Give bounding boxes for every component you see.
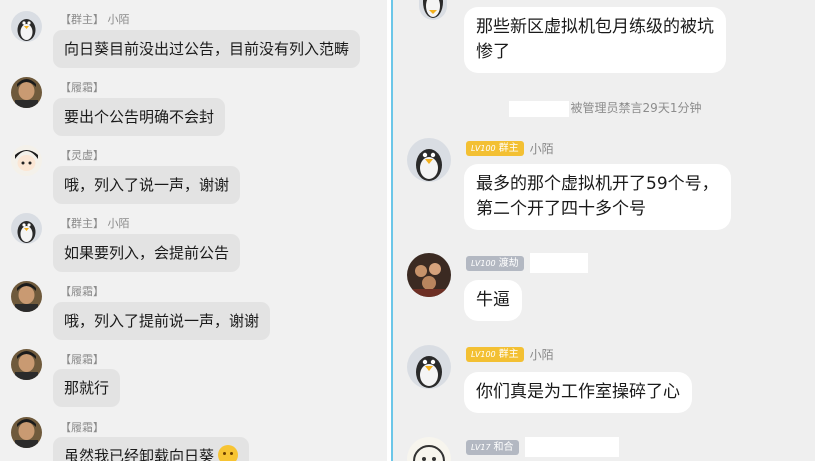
right-chat-panel: 那些新区虚拟机包月练级的被坑 惨了 被管理员禁言29天1分钟 LV100 群主 小陌…	[391, 0, 815, 461]
person-avatar-icon[interactable]	[11, 349, 42, 380]
message-bubble: 那些新区虚拟机包月练级的被坑 惨了	[464, 7, 726, 73]
badge-title: 渡劫	[498, 257, 519, 269]
sender-meta: 【群主】 小陌	[60, 215, 130, 231]
badge-title: 和合	[493, 441, 514, 453]
person-avatar-icon[interactable]	[11, 281, 42, 312]
redacted-username	[524, 437, 619, 457]
sender-name: 小陌	[529, 348, 554, 362]
level-text: LV100	[471, 350, 496, 359]
system-notice: 被管理员禁言29天1分钟	[393, 97, 815, 119]
person-avatar-icon[interactable]	[11, 77, 42, 108]
sender-meta: 【履霜】	[60, 351, 104, 367]
badge-title: 群主	[498, 349, 519, 360]
message-bubble: 如果要列入，会提前公告	[53, 234, 241, 272]
sender-role: 【群主】	[60, 13, 104, 26]
left-chat-panel: 【群主】 小陌 向日葵目前没出过公告，目前没有列入范畴 【履霜】 要出个公告明确…	[0, 0, 387, 461]
message-text: 虽然我已经卸载向日葵	[64, 447, 215, 461]
level-badge: LV100 群主	[466, 347, 524, 362]
sender-meta: LV100 群主 小陌	[466, 140, 554, 157]
cartoon-avatar-icon[interactable]	[407, 437, 451, 461]
redacted-username	[529, 253, 588, 273]
level-text: LV100	[471, 258, 496, 268]
mute-notice-text: 被管理员禁言29天1分钟	[570, 101, 702, 115]
message-bubble: 最多的那个虚拟机开了59个号， 第二个开了四十多个号	[464, 164, 731, 230]
sender-meta: LV17 和合	[466, 437, 619, 457]
group-photo-avatar-icon[interactable]	[407, 253, 451, 297]
penguin-avatar-icon[interactable]	[11, 11, 42, 42]
penguin-avatar-icon[interactable]	[407, 138, 451, 182]
sender-meta: 【履霜】	[60, 283, 104, 299]
penguin-avatar-icon[interactable]	[419, 0, 447, 20]
anime-avatar-icon[interactable]	[11, 145, 42, 176]
level-badge: LV100 渡劫	[466, 255, 524, 271]
level-badge: LV100 群主	[466, 141, 524, 156]
message-bubble: 那就行	[53, 369, 121, 407]
message-bubble: 虽然我已经卸载向日葵	[53, 437, 250, 461]
sender-meta: LV100 群主 小陌	[466, 346, 554, 363]
sender-role: 【履霜】	[60, 285, 104, 298]
sender-role: 【履霜】	[60, 81, 104, 94]
sender-meta: 【群主】 小陌	[60, 11, 130, 27]
message-bubble: 向日葵目前没出过公告，目前没有列入范畴	[53, 30, 361, 68]
redacted-username	[508, 100, 569, 117]
sender-meta: 【履霜】	[60, 419, 104, 435]
sender-role: 【履霜】	[60, 421, 104, 434]
level-text: LV100	[471, 144, 496, 153]
message-bubble: 哦，列入了提前说一声，谢谢	[53, 302, 271, 340]
penguin-avatar-icon[interactable]	[407, 345, 451, 389]
sender-name: 小陌	[529, 142, 554, 156]
sender-name: 小陌	[107, 13, 130, 26]
sender-role: 【群主】	[60, 217, 104, 230]
sender-role: 【履霜】	[60, 353, 104, 366]
level-text: LV17	[471, 442, 491, 452]
face-emoji-icon	[218, 444, 239, 461]
badge-title: 群主	[498, 143, 519, 154]
message-bubble: 要出个公告明确不会封	[53, 98, 226, 136]
message-bubble: 你们真是为工作室操碎了心	[464, 372, 692, 413]
penguin-avatar-icon[interactable]	[11, 213, 42, 244]
message-bubble: 牛逼	[464, 280, 522, 321]
sender-meta: 【履霜】	[60, 79, 104, 95]
sender-name: 小陌	[107, 217, 130, 230]
sender-meta: 【灵虚】	[60, 147, 104, 163]
sender-role: 【灵虚】	[60, 149, 104, 162]
person-avatar-icon[interactable]	[11, 417, 42, 448]
message-bubble: 哦，列入了说一声，谢谢	[53, 166, 241, 204]
level-badge: LV17 和合	[466, 439, 519, 455]
sender-meta: LV100 渡劫	[466, 253, 588, 273]
